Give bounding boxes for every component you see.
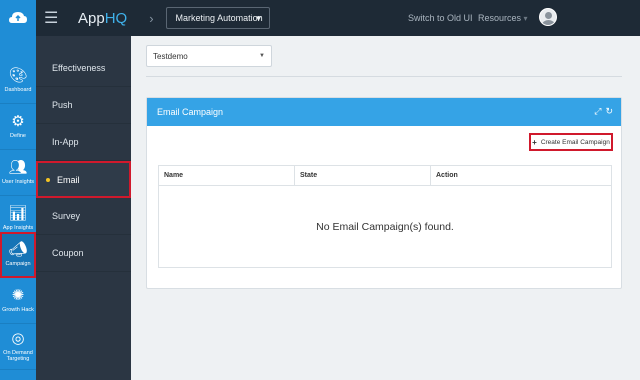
rail-item-campaign[interactable]: 📣︎ Campaign xyxy=(0,232,36,278)
column-header-state[interactable]: State xyxy=(295,166,431,185)
create-email-campaign-button[interactable]: + Create Email Campaign xyxy=(529,133,613,151)
resources-caret-icon: ▾ xyxy=(523,14,528,23)
panel-header: Email Campaign ⤢ ↻ xyxy=(147,98,621,126)
menu-item-coupon[interactable]: Coupon xyxy=(36,235,131,272)
users-eye-icon: 👥︎ xyxy=(8,159,28,176)
resources-label: Resources xyxy=(478,13,522,23)
switch-to-old-ui-link[interactable]: Switch to Old UI xyxy=(408,13,473,23)
resources-menu[interactable]: Resources ▾ xyxy=(478,13,528,23)
menu-item-effectiveness[interactable]: Effectiveness xyxy=(36,50,131,87)
caret-down-icon: ▼ xyxy=(259,53,265,59)
column-header-action[interactable]: Action xyxy=(431,166,611,185)
table-header: Name State Action xyxy=(159,166,611,186)
megaphone-icon: 📣︎ xyxy=(8,241,28,258)
module-select[interactable]: Marketing Automation ▼ xyxy=(165,7,270,29)
panel-tools: ⤢ ↻ xyxy=(594,106,613,117)
brand-logo[interactable]: AppHQ xyxy=(78,10,127,27)
target-icon: ◎ xyxy=(11,330,25,347)
app-select-dropdown[interactable]: Testdemo ▼ xyxy=(146,45,272,67)
menu-item-survey[interactable]: Survey xyxy=(36,198,131,235)
app-select-value: Testdemo xyxy=(153,51,188,61)
panel-title: Email Campaign xyxy=(157,107,224,117)
rail-item-define[interactable]: ⚙ Define xyxy=(0,104,36,150)
palette-icon: 🎨︎ xyxy=(8,67,28,84)
email-campaign-panel: Email Campaign ⤢ ↻ + Create Email Campai… xyxy=(146,97,622,289)
menu-item-email-label: Email xyxy=(57,174,80,185)
column-header-name[interactable]: Name xyxy=(159,166,295,185)
menu-item-push[interactable]: Push xyxy=(36,87,131,124)
top-bar: ☰ AppHQ › Marketing Automation ▼ Switch … xyxy=(0,0,640,36)
campaign-table: Name State Action No Email Campaign(s) f… xyxy=(158,165,612,268)
expand-icon[interactable]: ⤢ xyxy=(594,106,601,117)
module-select-value: Marketing Automation xyxy=(175,13,263,23)
icon-rail: 🎨︎ Dashboard ⚙ Define 👥︎ User Insights 📊… xyxy=(0,36,36,380)
hamburger-menu-icon[interactable]: ☰ xyxy=(44,8,70,28)
create-email-campaign-label: Create Email Campaign xyxy=(540,138,610,146)
plus-icon: + xyxy=(532,137,537,147)
campaign-menu: Effectiveness Push In-App Email Survey C… xyxy=(36,36,131,380)
breadcrumb-chevron-icon: › xyxy=(149,10,154,26)
chart-eye-icon: 📊︎ xyxy=(8,205,28,222)
divider xyxy=(146,76,622,77)
cloud-logo-icon[interactable] xyxy=(0,0,36,36)
rail-item-dashboard[interactable]: 🎨︎ Dashboard xyxy=(0,58,36,104)
menu-item-email[interactable]: Email xyxy=(36,161,131,198)
menu-item-in-app[interactable]: In-App xyxy=(36,124,131,161)
caret-down-icon: ▼ xyxy=(254,14,263,23)
empty-table-message: No Email Campaign(s) found. xyxy=(316,221,454,233)
user-avatar[interactable] xyxy=(539,8,557,26)
rail-item-on-demand-targeting[interactable]: ◎ On Demand Targeting xyxy=(0,324,36,370)
refresh-icon[interactable]: ↻ xyxy=(605,106,613,117)
rail-item-growth-hack[interactable]: ✺ Growth Hack xyxy=(0,278,36,324)
active-dot-icon xyxy=(46,177,50,182)
rail-item-user-insights[interactable]: 👥︎ User Insights xyxy=(0,150,36,196)
gears-icon: ⚙ xyxy=(11,113,25,130)
splash-icon: ✺ xyxy=(11,287,25,304)
